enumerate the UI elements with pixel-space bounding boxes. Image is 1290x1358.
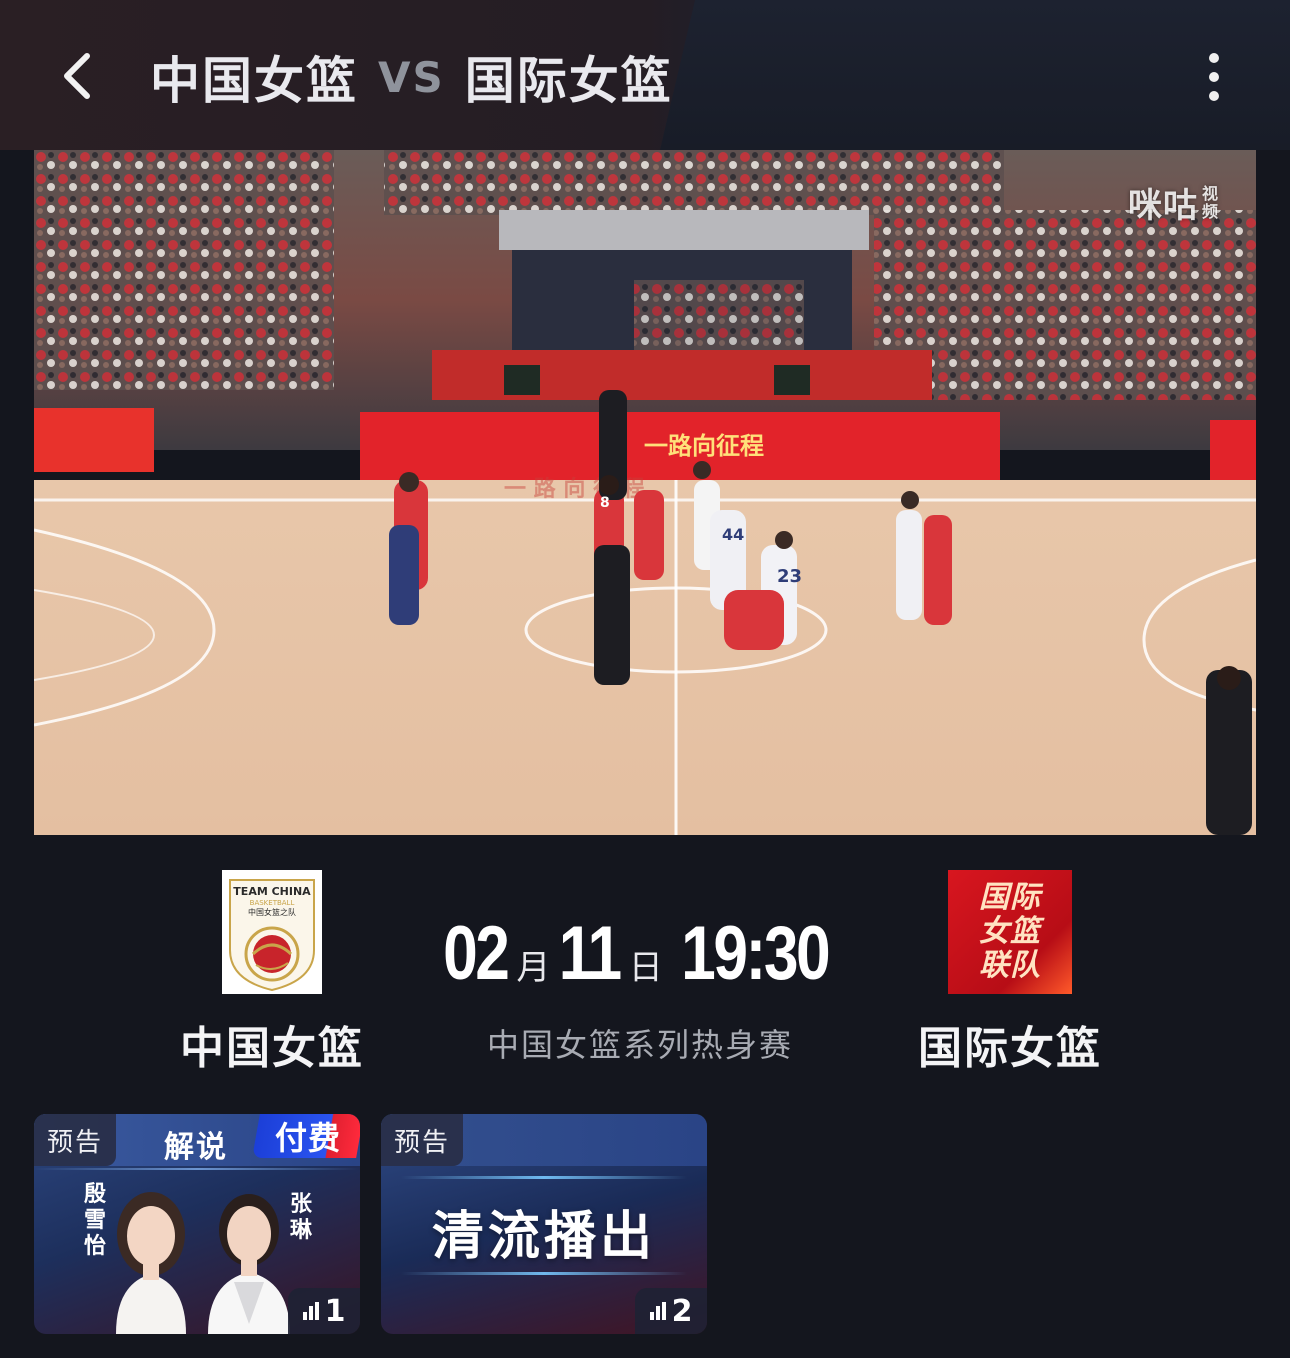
preview-badge: 预告 (381, 1114, 463, 1166)
viewer-count-badge: 2 (635, 1288, 707, 1334)
competition-name: 中国女篮系列热身赛 (486, 1026, 793, 1064)
signal-bars-icon (302, 1302, 319, 1320)
viewer-count: 2 (671, 1293, 693, 1329)
svg-text:TEAM CHINA: TEAM CHINA (233, 885, 311, 898)
match-day: 11 (559, 911, 622, 996)
svg-text:8: 8 (600, 495, 610, 511)
svg-text:23: 23 (777, 566, 802, 587)
home-team-name[interactable]: 中国女篮 (142, 1012, 402, 1074)
back-button[interactable] (48, 46, 104, 106)
svg-text:中国女篮之队: 中国女篮之队 (248, 907, 296, 917)
title-away-team: 国际女篮 (464, 52, 673, 110)
preview-badge: 预告 (34, 1114, 116, 1166)
match-datetime: 02 月 11 日 19:30 (440, 910, 840, 1000)
video-watermark: 咪咕 视频 (1128, 183, 1220, 226)
page-title: 中国女篮 VS 国际女篮 (150, 44, 673, 110)
match-time: 19:30 (680, 911, 831, 996)
chevron-left-icon (64, 53, 90, 99)
paid-badge: 付费 (252, 1114, 360, 1158)
viewer-count-badge: 1 (288, 1288, 360, 1334)
away-team-name[interactable]: 国际女篮 (880, 1012, 1140, 1074)
home-team-logo[interactable]: TEAM CHINA BASKETBALL 中国女篮之队 (222, 870, 322, 994)
stream-card-clean-feed[interactable]: 预告 清流播出 2 (381, 1114, 707, 1334)
led-banner-text: 一路向征程 (644, 432, 764, 460)
viewer-count: 1 (324, 1293, 346, 1329)
card-divider (34, 1168, 360, 1170)
commentator-photo-1 (116, 1192, 186, 1334)
video-player[interactable]: 一路向征程 一 路 向 征 程 23 44 8 咪咕 视频 (34, 150, 1256, 835)
glow-line-top (401, 1176, 687, 1179)
match-month: 02 (442, 911, 510, 996)
title-home-team: 中国女篮 (150, 52, 358, 110)
month-unit: 月 (516, 949, 551, 987)
stream-card-commentary[interactable]: 预告 解说 付费 殷雪怡 张琳 1 (34, 1114, 360, 1334)
glow-line-bottom (401, 1272, 687, 1275)
signal-bars-icon (649, 1302, 666, 1320)
team-china-logo-icon: TEAM CHINA BASKETBALL 中国女篮之队 (222, 870, 322, 994)
svg-text:BASKETBALL: BASKETBALL (250, 899, 295, 907)
more-menu-button[interactable] (1190, 46, 1238, 108)
video-frame: 一路向征程 一 路 向 征 程 23 44 8 (34, 150, 1256, 835)
commentary-label: 解说 (164, 1130, 228, 1165)
day-unit: 日 (628, 949, 663, 987)
title-vs: VS (378, 52, 445, 102)
away-team-logo[interactable]: 国际 女篮 联队 (948, 870, 1072, 994)
more-dots-icon (1209, 53, 1219, 63)
stream-title: 清流播出 (431, 1207, 656, 1267)
svg-text:44: 44 (722, 525, 744, 544)
